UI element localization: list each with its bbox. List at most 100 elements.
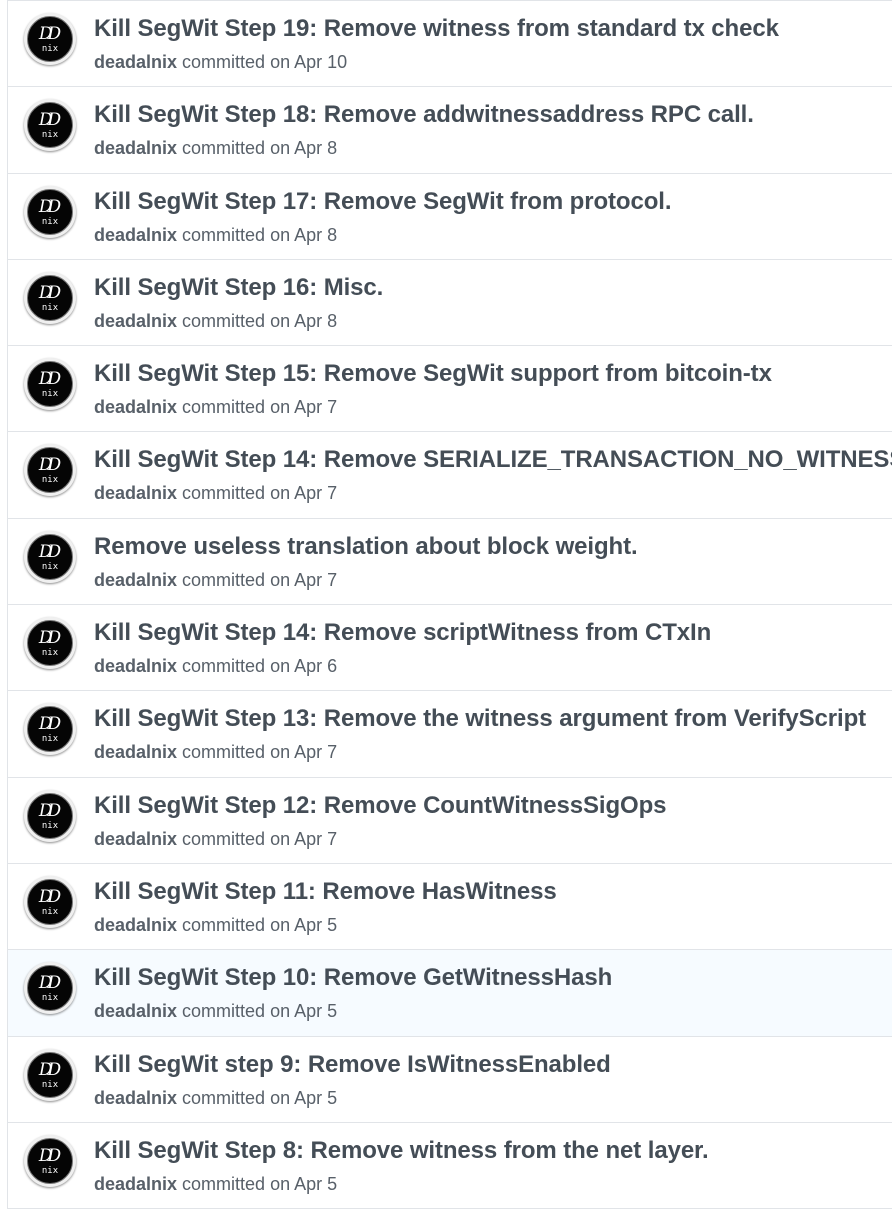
avatar[interactable]: DD nix <box>24 530 76 583</box>
avatar-logo: DD nix <box>27 965 73 1012</box>
avatar-subtext: nix <box>41 993 59 1004</box>
avatar-subtext: nix <box>41 561 59 572</box>
avatar-monogram: DD <box>38 110 61 131</box>
avatar-logo: DD nix <box>27 878 73 925</box>
commit-author-link[interactable]: deadalnix <box>94 1088 177 1108</box>
commit-meta: deadalnix committed on Apr 8 <box>94 311 337 332</box>
avatar[interactable]: DD nix <box>24 875 76 928</box>
commit-row[interactable]: DD nix Kill SegWit Step 14: Remove SERIAL… <box>8 432 892 519</box>
commit-author-link[interactable]: deadalnix <box>94 311 177 331</box>
avatar[interactable]: DD nix <box>24 962 76 1015</box>
commit-title-link[interactable]: Remove useless translation about block w… <box>94 533 638 561</box>
avatar-logo: DD nix <box>27 447 73 494</box>
commit-title-link[interactable]: Kill SegWit Step 14: Remove SERIALIZE_TR… <box>94 446 892 474</box>
commit-action: committed on <box>182 914 291 935</box>
commit-title-link[interactable]: Kill SegWit Step 12: Remove CountWitness… <box>94 792 666 820</box>
commit-author-link[interactable]: deadalnix <box>94 742 177 762</box>
avatar-subtext: nix <box>41 820 59 831</box>
commit-row[interactable]: DD nix Kill SegWit Step 19: Remove witnes… <box>8 1 892 88</box>
commit-row[interactable]: DD nix Kill SegWit Step 18: Remove addwit… <box>8 87 892 174</box>
commit-meta: deadalnix committed on Apr 7 <box>94 829 337 850</box>
commit-title-link[interactable]: Kill SegWit Step 17: Remove SegWit from … <box>94 188 672 216</box>
commit-meta: deadalnix committed on Apr 10 <box>94 52 347 73</box>
commit-row[interactable]: DD nix Kill SegWit Step 10: Remove GetWit… <box>8 950 892 1037</box>
commit-author-link[interactable]: deadalnix <box>94 570 177 590</box>
avatar-logo: DD nix <box>27 533 73 580</box>
commit-row[interactable]: DD nix Kill SegWit Step 12: Remove CountW… <box>8 777 892 864</box>
commit-date: Apr 5 <box>294 914 338 935</box>
commit-author-link[interactable]: deadalnix <box>94 656 177 676</box>
commit-author-link[interactable]: deadalnix <box>94 829 177 849</box>
commit-row[interactable]: DD nix Kill SegWit Step 15: Remove SegWit… <box>8 346 892 433</box>
commit-author-link[interactable]: deadalnix <box>94 138 177 158</box>
commit-action: committed on <box>182 656 291 677</box>
commit-meta: deadalnix committed on Apr 7 <box>94 570 337 591</box>
commit-row[interactable]: DD nix Kill SegWit Step 17: Remove SegWit… <box>8 173 892 260</box>
commit-author-link[interactable]: deadalnix <box>94 483 177 503</box>
avatar-subtext: nix <box>41 648 59 659</box>
commit-date: Apr 10 <box>294 52 348 72</box>
avatar-subtext: nix <box>41 1079 59 1090</box>
avatar-monogram: DD <box>38 196 61 217</box>
commit-date: Apr 7 <box>294 397 338 418</box>
commit-title-link[interactable]: Kill SegWit Step 13: Remove the witness … <box>94 705 866 733</box>
avatar[interactable]: DD nix <box>24 271 76 324</box>
commit-row[interactable]: DD nix Kill SegWit Step 11: Remove HasWit… <box>8 863 892 951</box>
avatar-monogram: DD <box>38 24 61 44</box>
avatar-subtext: nix <box>41 44 59 54</box>
commit-row[interactable]: DD nix Kill SegWit Step 8: Remove witness… <box>8 1122 892 1209</box>
commit-list: DD nix Kill SegWit Step 19: Remove witnes… <box>7 0 892 1209</box>
avatar[interactable]: DD nix <box>24 99 76 152</box>
commit-row[interactable]: DD nix Kill SegWit Step 14: Remove script… <box>8 605 892 692</box>
commit-title-link[interactable]: Kill SegWit Step 14: Remove scriptWitnes… <box>94 619 711 647</box>
commit-title-link[interactable]: Kill SegWit Step 16: Misc. <box>94 274 383 302</box>
commit-row[interactable]: DD nix Remove useless translation about b… <box>8 518 892 606</box>
avatar[interactable]: DD nix <box>24 358 76 411</box>
commit-action: committed on <box>182 1001 291 1022</box>
commit-author-link[interactable]: deadalnix <box>94 225 177 245</box>
commit-author-link[interactable]: deadalnix <box>94 915 177 935</box>
avatar[interactable]: DD nix <box>24 617 76 670</box>
commit-title-link[interactable]: Kill SegWit Step 10: Remove GetWitnessHa… <box>94 964 612 992</box>
avatar[interactable]: DD nix <box>24 1048 76 1101</box>
avatar-subtext: nix <box>41 302 59 313</box>
commit-title-link[interactable]: Kill SegWit Step 11: Remove HasWitness <box>94 878 557 906</box>
commit-meta: deadalnix committed on Apr 7 <box>94 742 337 763</box>
commit-meta: deadalnix committed on Apr 7 <box>94 483 337 504</box>
avatar[interactable]: DD nix <box>24 444 76 497</box>
commit-date: Apr 5 <box>294 1087 338 1108</box>
avatar-subtext: nix <box>41 475 59 486</box>
commit-title-link[interactable]: Kill SegWit Step 19: Remove witness from… <box>94 15 779 43</box>
commit-action: committed on <box>182 483 291 504</box>
avatar-logo: DD nix <box>27 361 73 408</box>
commit-action: committed on <box>182 569 291 590</box>
commit-author-link[interactable]: deadalnix <box>94 397 177 417</box>
avatar-logo: DD nix <box>27 274 73 321</box>
avatar-monogram: DD <box>38 886 61 907</box>
commit-title-link[interactable]: Kill SegWit Step 18: Remove addwitnessad… <box>94 101 754 129</box>
commit-row[interactable]: DD nix Kill SegWit Step 13: Remove the wi… <box>8 691 892 778</box>
commit-title-link[interactable]: Kill SegWit step 9: Remove IsWitnessEnab… <box>94 1051 611 1079</box>
commit-title-link[interactable]: Kill SegWit Step 15: Remove SegWit suppo… <box>94 360 772 388</box>
avatar-monogram: DD <box>38 800 61 821</box>
avatar[interactable]: DD nix <box>24 1134 76 1187</box>
commit-action: committed on <box>182 52 291 72</box>
commit-meta: deadalnix committed on Apr 5 <box>94 915 337 936</box>
commit-author-link[interactable]: deadalnix <box>94 1001 177 1021</box>
avatar-logo: DD nix <box>27 620 73 667</box>
avatar[interactable]: DD nix <box>24 13 76 65</box>
avatar-monogram: DD <box>38 628 61 649</box>
avatar-subtext: nix <box>41 734 59 745</box>
commit-meta: deadalnix committed on Apr 5 <box>94 1088 337 1109</box>
commit-action: committed on <box>182 742 291 763</box>
commit-row[interactable]: DD nix Kill SegWit step 9: Remove IsWitne… <box>8 1036 892 1123</box>
avatar[interactable]: DD nix <box>24 185 76 238</box>
commit-action: committed on <box>182 224 291 245</box>
avatar[interactable]: DD nix <box>24 703 76 756</box>
avatar[interactable]: DD nix <box>24 789 76 842</box>
avatar-monogram: DD <box>38 455 61 476</box>
commit-row[interactable]: DD nix Kill SegWit Step 16: Misc. deadaln… <box>8 259 892 347</box>
commit-date: Apr 7 <box>294 483 338 504</box>
commit-author-link[interactable]: deadalnix <box>94 52 177 72</box>
commit-title-link[interactable]: Kill SegWit Step 8: Remove witness from … <box>94 1137 709 1165</box>
